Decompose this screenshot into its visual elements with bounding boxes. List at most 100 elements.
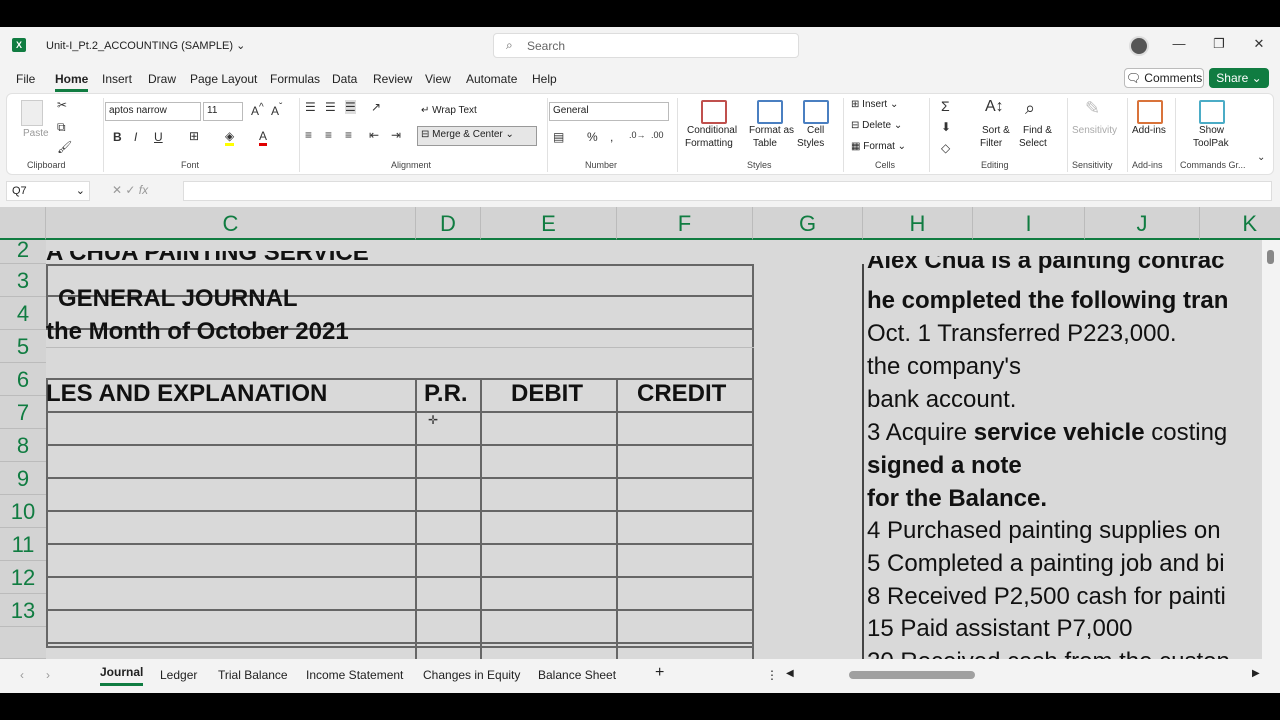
number-format-select[interactable]: General (549, 102, 669, 121)
scrollbar-thumb[interactable] (1267, 250, 1274, 264)
row-header-13[interactable]: 13 (0, 594, 46, 627)
comments-button[interactable]: 🗨 Comments (1124, 68, 1204, 88)
name-box[interactable]: Q7 ⌄ (6, 181, 90, 201)
clear-icon[interactable]: ◇ (941, 141, 950, 155)
column-header-f[interactable]: F (617, 207, 753, 240)
menu-insert[interactable]: Insert (102, 72, 132, 86)
borders-icon[interactable]: ⊞ (189, 129, 199, 143)
menu-file[interactable]: File (16, 72, 35, 86)
fx-icon[interactable]: fx (139, 183, 148, 197)
fill-icon[interactable]: ⬇ (941, 120, 951, 134)
menu-automate[interactable]: Automate (466, 72, 517, 86)
merge-center-button[interactable]: ⊟ Merge & Center ⌄ (417, 126, 537, 146)
align-center-icon[interactable]: ≡ (325, 128, 332, 142)
column-header-c[interactable]: C (46, 207, 416, 240)
tabs-next-icon[interactable]: › (46, 668, 50, 682)
menu-review[interactable]: Review (373, 72, 412, 86)
underline-icon[interactable]: U (154, 130, 163, 144)
wrap-text-button[interactable]: ↵ Wrap Text (421, 105, 477, 116)
column-header-j[interactable]: J (1085, 207, 1200, 240)
search-box[interactable]: ⌕ Search (493, 33, 799, 58)
align-top-icon[interactable]: ☰ (305, 100, 316, 114)
tabs-prev-icon[interactable]: ‹ (20, 668, 24, 682)
percent-icon[interactable]: % (587, 130, 598, 144)
column-header-d[interactable]: D (416, 207, 481, 240)
menu-view[interactable]: View (425, 72, 451, 86)
tab-ledger[interactable]: Ledger (160, 668, 197, 682)
find-select-icon[interactable]: ⌕ (1025, 98, 1035, 119)
tab-changes-in-equity[interactable]: Changes in Equity (423, 668, 520, 682)
conditional-formatting-icon[interactable] (701, 100, 727, 124)
insert-cells-button[interactable]: ⊞ Insert ⌄ (851, 99, 898, 110)
document-title[interactable]: Unit-I_Pt.2_ACCOUNTING (SAMPLE) ⌄ (46, 39, 245, 52)
decrease-indent-icon[interactable]: ⇤ (369, 128, 379, 142)
italic-icon[interactable]: I (134, 130, 137, 144)
row-header-4[interactable]: 4 (0, 297, 46, 330)
close-button[interactable]: ✕ (1249, 36, 1269, 52)
copy-icon[interactable]: ⧉ (57, 120, 66, 135)
align-right-icon[interactable]: ≡ (345, 128, 352, 142)
align-left-icon[interactable]: ≡ (305, 128, 312, 142)
row-header-10[interactable]: 10 (0, 495, 46, 528)
menu-home[interactable]: Home (55, 72, 89, 92)
row-header-11[interactable]: 11 (0, 528, 46, 561)
align-middle-icon[interactable]: ☰ (325, 100, 336, 114)
column-header-h[interactable]: H (863, 207, 973, 240)
row-header-7[interactable]: 7 (0, 396, 46, 429)
column-header-g[interactable]: G (753, 207, 863, 240)
decrease-decimal-icon[interactable]: .00 (651, 130, 664, 140)
restore-button[interactable]: ❐ (1209, 36, 1229, 52)
autosum-icon[interactable]: Σ (941, 98, 950, 114)
column-header-i[interactable]: I (973, 207, 1085, 240)
menu-page-layout[interactable]: Page Layout (190, 72, 257, 86)
scroll-right-icon[interactable]: ▶ (1252, 668, 1260, 679)
row-header-9[interactable]: 9 (0, 462, 46, 495)
minimize-button[interactable]: — (1169, 36, 1189, 51)
tab-trial-balance[interactable]: Trial Balance (218, 668, 288, 682)
sort-filter-icon[interactable]: A↕ (985, 98, 1004, 116)
menu-formulas[interactable]: Formulas (270, 72, 320, 86)
comma-style-icon[interactable]: , (610, 130, 613, 144)
menu-data[interactable]: Data (332, 72, 357, 86)
tab-balance-sheet[interactable]: Balance Sheet (538, 668, 616, 682)
column-header-k[interactable]: K (1200, 207, 1280, 240)
row-header-14[interactable] (0, 627, 46, 659)
add-sheet-icon[interactable]: + (655, 664, 664, 682)
more-options-icon[interactable]: ⋮ (766, 668, 778, 682)
format-painter-icon[interactable]: 🖌 (57, 140, 72, 154)
toolpak-icon[interactable] (1199, 100, 1225, 124)
increase-decimal-icon[interactable]: .0→ (629, 130, 646, 140)
formula-input[interactable] (183, 181, 1272, 201)
scroll-left-icon[interactable]: ◀ (786, 668, 794, 679)
format-as-table-icon[interactable] (757, 100, 783, 124)
delete-cells-button[interactable]: ⊟ Delete ⌄ (851, 120, 902, 131)
tab-journal[interactable]: Journal (100, 665, 144, 686)
row-header-12[interactable]: 12 (0, 561, 46, 594)
increase-font-icon[interactable]: A^ (251, 102, 264, 118)
vertical-scrollbar[interactable] (1262, 240, 1280, 659)
font-color-icon[interactable]: A (259, 129, 268, 146)
font-family-select[interactable]: aptos narrow (105, 102, 201, 121)
ribbon-collapse-icon[interactable]: ⌄ (1257, 152, 1265, 163)
accounting-format-icon[interactable]: ▤ (553, 130, 564, 144)
avatar[interactable] (1129, 36, 1149, 56)
row-header-3[interactable]: 3 (0, 264, 46, 297)
menu-help[interactable]: Help (532, 72, 557, 86)
increase-indent-icon[interactable]: ⇥ (391, 128, 401, 142)
fill-color-icon[interactable]: ◈ (225, 129, 235, 146)
share-button[interactable]: Share ⌄ (1209, 68, 1269, 88)
menu-draw[interactable]: Draw (148, 72, 176, 86)
add-ins-icon[interactable] (1137, 100, 1163, 124)
align-bottom-icon[interactable]: ☰ (345, 100, 356, 114)
select-all-corner[interactable] (0, 207, 46, 240)
font-size-select[interactable]: 11 (203, 102, 243, 121)
decrease-font-icon[interactable]: Aˇ (271, 102, 282, 118)
row-header-5[interactable]: 5 (0, 330, 46, 363)
row-header-6[interactable]: 6 (0, 363, 46, 396)
horizontal-scrollbar-thumb[interactable] (849, 671, 975, 679)
row-header-2[interactable]: 2 (0, 239, 46, 264)
journal-table[interactable] (46, 378, 754, 648)
orientation-icon[interactable]: ↗ (371, 100, 381, 114)
format-cells-button[interactable]: ▦ Format ⌄ (851, 141, 906, 152)
cut-icon[interactable]: ✂ (57, 98, 67, 112)
